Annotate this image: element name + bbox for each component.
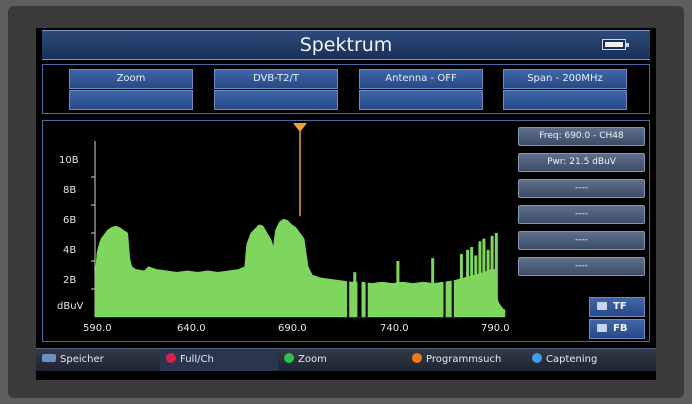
blue-dot-icon bbox=[532, 353, 542, 363]
footer-item-label: Zoom bbox=[298, 354, 327, 365]
info-slot: ---- bbox=[518, 231, 645, 250]
power-readout: Pwr: 21.5 dBuV bbox=[518, 153, 645, 172]
info-slot: ---- bbox=[518, 257, 645, 276]
footer-bar: Speicher Full/Ch Zoom Programmsuch Capte… bbox=[36, 348, 656, 371]
info-slot: ---- bbox=[518, 205, 645, 224]
footer-item-label: Programmsuch bbox=[426, 354, 502, 365]
zoom-button[interactable]: Zoom bbox=[69, 69, 193, 89]
rect-icon bbox=[42, 354, 56, 362]
footer-item-programmsuch[interactable]: Programmsuch bbox=[412, 349, 528, 371]
standard-button[interactable]: DVB-T2/T bbox=[214, 69, 338, 89]
antenna-button[interactable]: Antenna - OFF bbox=[359, 69, 483, 89]
spectrum-panel: 10B 8B 6B 4B 2B dBuV 590.0 640.0 690.0 7… bbox=[42, 120, 650, 342]
spectrum-spike bbox=[478, 241, 482, 317]
standard-value-button[interactable] bbox=[214, 90, 338, 110]
y-tick-label: 2B bbox=[63, 275, 77, 286]
red-dot-icon bbox=[166, 353, 176, 363]
spectrum-spike bbox=[396, 261, 400, 317]
footer-item-label: Full/Ch bbox=[180, 354, 214, 365]
spectrum-spike bbox=[482, 238, 486, 317]
spectrum-spike bbox=[459, 254, 463, 317]
fb-icon bbox=[597, 324, 607, 332]
x-tick-label: 640.0 bbox=[177, 323, 206, 334]
page-title: Spektrum bbox=[299, 34, 393, 56]
footer-item-label: Captening bbox=[546, 354, 598, 365]
frequency-marker-icon bbox=[293, 123, 307, 132]
x-tick-label: 690.0 bbox=[278, 323, 307, 334]
x-tick-label: 790.0 bbox=[481, 323, 510, 334]
battery-icon bbox=[602, 39, 629, 50]
y-tick-label: 10B bbox=[59, 155, 79, 166]
info-slot: ---- bbox=[518, 179, 645, 198]
y-tick-label: 4B bbox=[63, 245, 77, 256]
spectrum-gap bbox=[443, 275, 446, 317]
footer-item-fullch[interactable]: Full/Ch bbox=[160, 349, 278, 371]
green-dot-icon bbox=[284, 353, 294, 363]
tf-button-label: TF bbox=[613, 301, 627, 312]
y-axis-unit: dBuV bbox=[57, 301, 84, 312]
tf-icon bbox=[597, 302, 607, 310]
x-tick-label: 740.0 bbox=[380, 323, 409, 334]
footer-item-captening[interactable]: Captening bbox=[532, 349, 650, 371]
span-value-button[interactable] bbox=[503, 90, 627, 110]
zoom-value-button[interactable] bbox=[69, 90, 193, 110]
footer-item-zoom[interactable]: Zoom bbox=[284, 349, 394, 371]
tf-button[interactable]: TF bbox=[589, 297, 645, 317]
spectrum-gap bbox=[357, 275, 362, 317]
antenna-value-button[interactable] bbox=[359, 90, 483, 110]
spectrum-spike bbox=[490, 235, 494, 317]
y-tick-label: 6B bbox=[63, 215, 77, 226]
spectrum-spike bbox=[431, 258, 435, 317]
frequency-readout: Freq: 690.0 - CH48 bbox=[518, 127, 645, 146]
spectrum-gap bbox=[347, 275, 350, 317]
x-tick-label: 590.0 bbox=[83, 323, 112, 334]
spectrum-spike bbox=[474, 255, 478, 317]
fb-button-label: FB bbox=[613, 323, 628, 334]
spectrum-spike bbox=[486, 249, 490, 317]
orange-dot-icon bbox=[412, 353, 422, 363]
spectrum-spike bbox=[466, 249, 470, 317]
fb-button[interactable]: FB bbox=[589, 319, 645, 339]
span-button[interactable]: Span - 200MHz bbox=[503, 69, 627, 89]
function-button-panel: Zoom DVB-T2/T Antenna - OFF Span - 200MH… bbox=[42, 64, 650, 114]
spectrum-spike bbox=[470, 247, 474, 317]
footer-item-speicher[interactable]: Speicher bbox=[42, 349, 150, 371]
title-bar: Spektrum bbox=[42, 30, 650, 60]
spectrum-spike bbox=[353, 272, 357, 317]
spectrum-spike bbox=[494, 233, 498, 317]
device-screen: Spektrum Zoom DVB-T2/T Antenna - OFF Spa… bbox=[36, 28, 656, 380]
spectrum-gap bbox=[451, 275, 454, 317]
footer-item-label: Speicher bbox=[60, 354, 104, 365]
spectrum-gap bbox=[365, 275, 368, 317]
y-tick-label: 8B bbox=[63, 185, 77, 196]
